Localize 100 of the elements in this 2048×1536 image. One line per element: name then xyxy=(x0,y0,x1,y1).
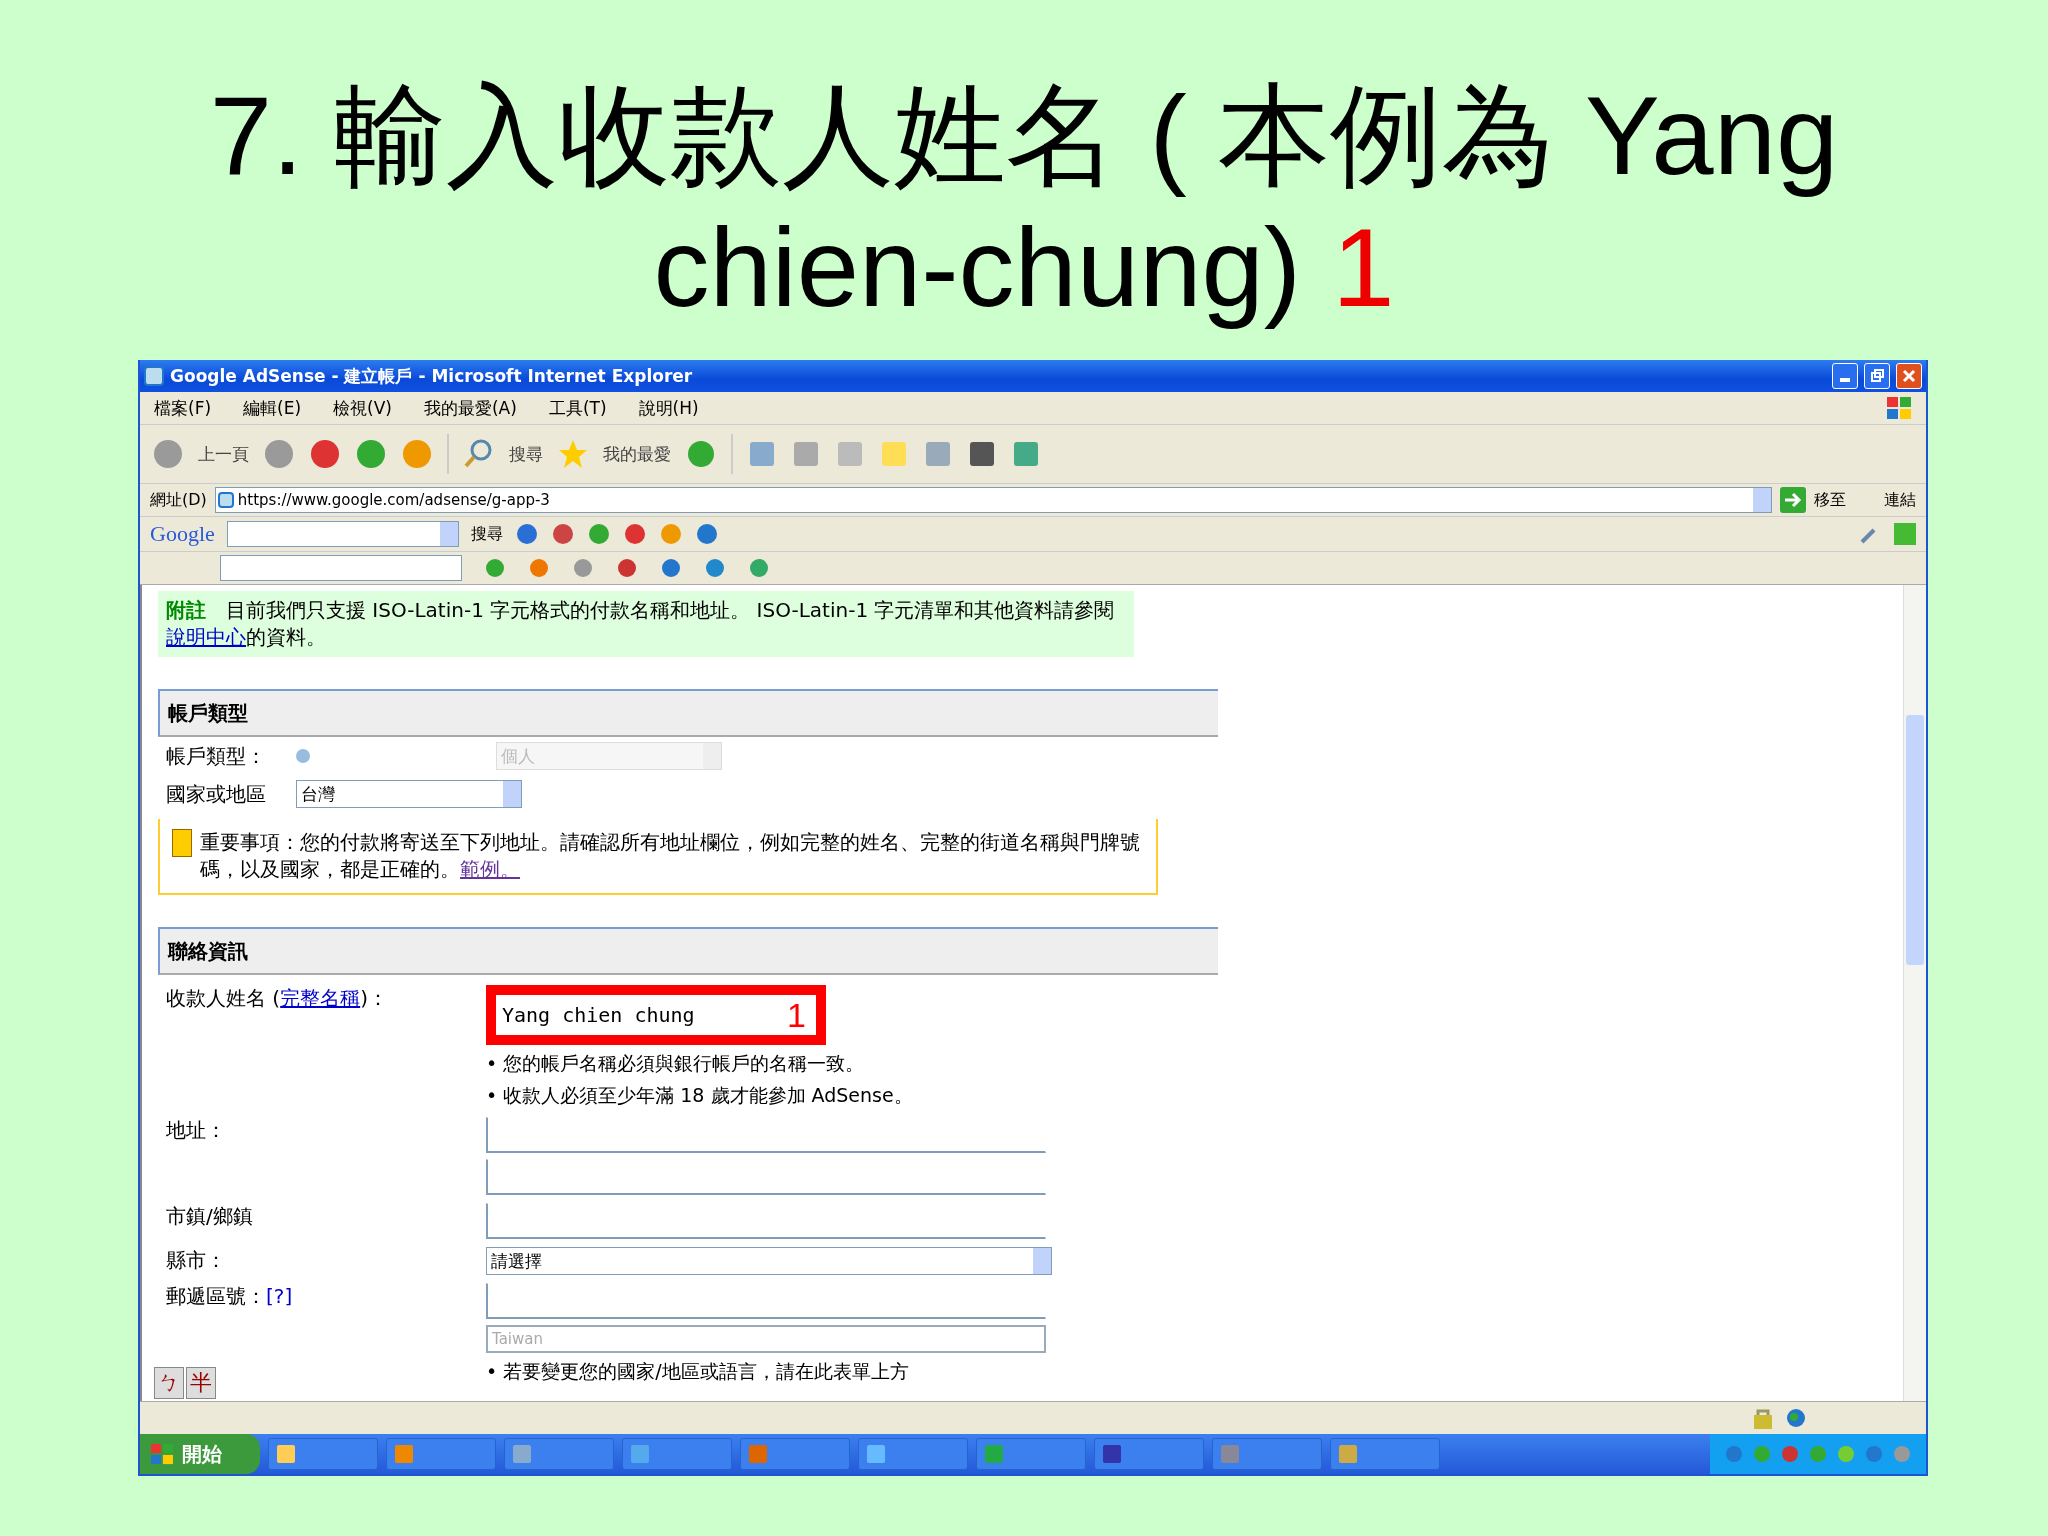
ime-key[interactable]: ㄅ xyxy=(154,1367,184,1399)
window-title: Google AdSense - 建立帳戶 - Microsoft Internet Explorer xyxy=(170,364,693,388)
address-field[interactable] xyxy=(486,1159,1046,1195)
toolbar-icon[interactable] xyxy=(528,557,550,579)
field-label: 國家或地區 xyxy=(166,780,267,808)
taskbar-button[interactable] xyxy=(976,1438,1086,1470)
app-icon xyxy=(629,1443,651,1465)
app-icon xyxy=(983,1443,1005,1465)
windows-logo-icon xyxy=(150,1443,174,1465)
edit-icon[interactable] xyxy=(835,439,865,469)
dropdown[interactable]: 台灣 xyxy=(296,780,522,808)
app-icon xyxy=(1219,1443,1241,1465)
toolbar-icon[interactable] xyxy=(514,522,539,546)
star-icon[interactable] xyxy=(557,438,589,470)
close-button[interactable] xyxy=(1896,363,1922,389)
scrollbar[interactable] xyxy=(1903,585,1926,1401)
restore-button[interactable] xyxy=(1864,363,1890,389)
back-icon[interactable] xyxy=(152,438,184,470)
zip-field[interactable] xyxy=(486,1283,1046,1319)
address-label: 網址(D) xyxy=(150,489,207,511)
close-icon xyxy=(1902,369,1916,383)
links-button[interactable]: 連結 xyxy=(1884,489,1916,511)
document-icon[interactable] xyxy=(923,439,953,469)
section-title: 聯絡資訊 xyxy=(168,937,248,965)
hint-text: • 您的帳戶名稱必須與銀行帳戶的名稱一致。 xyxy=(486,1051,866,1076)
field-label: 收款人姓名 (完整名稱)： xyxy=(166,985,389,1012)
minimize-icon xyxy=(1840,378,1850,382)
hint-text: • 若要變更您的國家/地區或語言，請在此表單上方 xyxy=(486,1359,910,1384)
tray-icon[interactable] xyxy=(1724,1444,1744,1464)
county-dropdown[interactable]: 請選擇 xyxy=(486,1247,1052,1275)
taskbar-button[interactable] xyxy=(622,1438,732,1470)
help-center-link[interactable]: 說明中心 xyxy=(166,625,246,649)
taskbar-button[interactable] xyxy=(858,1438,968,1470)
google-logo: Google xyxy=(150,521,215,547)
print-icon[interactable] xyxy=(791,439,821,469)
minimize-button[interactable] xyxy=(1832,363,1858,389)
back-button[interactable]: 上一頁 xyxy=(198,442,249,466)
help-link[interactable]: [?] xyxy=(266,1284,293,1308)
restore-icon xyxy=(1870,369,1884,383)
toolbar-icon[interactable] xyxy=(660,557,682,579)
home-icon[interactable] xyxy=(401,438,433,470)
forward-icon[interactable] xyxy=(263,438,295,470)
messenger-icon[interactable] xyxy=(1011,439,1041,469)
step-number: 1 xyxy=(786,995,807,1035)
history-icon[interactable] xyxy=(685,438,717,470)
menu-item[interactable]: 工具(T) xyxy=(548,396,607,420)
address-field[interactable]: https://www.google.com/adsense/g-app-3 xyxy=(214,487,1772,513)
favorites-button[interactable]: 我的最愛 xyxy=(603,442,671,466)
taskbar-button[interactable] xyxy=(268,1438,378,1470)
toolbar-icon[interactable] xyxy=(616,557,638,579)
calculator-icon[interactable] xyxy=(967,439,997,469)
toolbar-search-field[interactable] xyxy=(220,555,462,581)
mail-icon[interactable] xyxy=(747,439,777,469)
toolbar-icon[interactable] xyxy=(572,557,594,579)
toolbar-search-field[interactable] xyxy=(226,521,459,547)
taskbar-button[interactable] xyxy=(1094,1438,1204,1470)
windows-logo-icon xyxy=(1886,396,1912,420)
menu-item[interactable]: 我的最愛(A) xyxy=(423,396,517,420)
slide-title-line: chien-chung) xyxy=(653,205,1302,330)
help-icon[interactable] xyxy=(296,749,310,763)
toolbar-search-button[interactable]: 搜尋 xyxy=(470,523,503,545)
go-button[interactable]: 移至 xyxy=(1814,489,1846,511)
menu-item[interactable]: 檔案(F) xyxy=(154,396,212,420)
field-label: 市鎮/鄉鎮 xyxy=(166,1203,254,1230)
toolbar-icon[interactable] xyxy=(484,557,506,579)
toolbar-icon[interactable] xyxy=(704,557,726,579)
app-icon xyxy=(511,1443,533,1465)
taskbar-button[interactable] xyxy=(386,1438,496,1470)
app-icon xyxy=(865,1443,887,1465)
tray-icon[interactable] xyxy=(1836,1444,1856,1464)
ime-key[interactable]: 半 xyxy=(186,1367,216,1399)
payee-name-field[interactable]: Yang chien chung xyxy=(496,999,778,1031)
example-link[interactable]: 範例。 xyxy=(460,857,520,881)
refresh-icon[interactable] xyxy=(355,438,387,470)
taskbar-button[interactable] xyxy=(1212,1438,1322,1470)
field-label: 帳戶類型： xyxy=(166,742,267,770)
menu-item[interactable]: 編輯(E) xyxy=(243,396,302,420)
toolbar-icon[interactable] xyxy=(658,522,683,546)
warning-text: 重要事項：您的付款將寄送至下列地址。請確認所有地址欄位，例如完整的姓名、完整的街道名稱與門牌號碼，以及國家，都是正確的。範例。 xyxy=(200,829,1141,883)
tray-icon[interactable] xyxy=(1780,1444,1800,1464)
tray-icon[interactable] xyxy=(1864,1444,1884,1464)
taskbar-button[interactable] xyxy=(740,1438,850,1470)
search-button[interactable]: 搜尋 xyxy=(509,442,543,466)
country-field[interactable]: Taiwan xyxy=(486,1325,1046,1353)
menu-item[interactable]: 檢視(V) xyxy=(333,396,392,420)
taskbar-button[interactable] xyxy=(504,1438,614,1470)
city-field[interactable] xyxy=(486,1203,1046,1239)
taskbar-button[interactable] xyxy=(1330,1438,1440,1470)
app-icon xyxy=(275,1443,297,1465)
start-button[interactable]: 開始 xyxy=(140,1434,260,1474)
toolbar-icon[interactable] xyxy=(622,522,647,546)
toolbar-icon[interactable] xyxy=(694,522,719,546)
stop-icon[interactable] xyxy=(309,438,341,470)
full-name-link[interactable]: 完整名稱 xyxy=(280,986,361,1010)
menu-item[interactable]: 說明(H) xyxy=(638,396,699,420)
address-field[interactable] xyxy=(486,1117,1046,1153)
toolbar-icon[interactable] xyxy=(550,522,575,546)
step-number: 1 xyxy=(1332,205,1395,330)
toolbar-icon[interactable] xyxy=(748,557,770,579)
toolbar-icon[interactable] xyxy=(586,522,611,546)
